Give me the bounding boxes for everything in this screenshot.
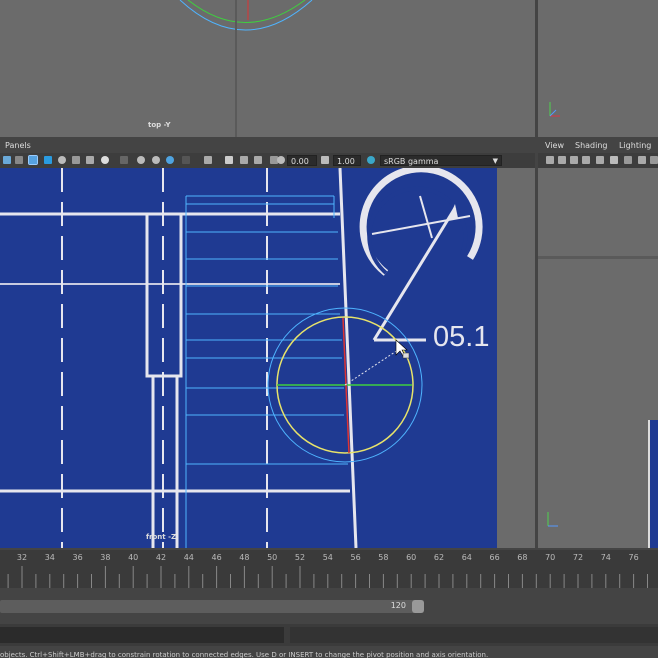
flag-icon[interactable] (596, 156, 604, 164)
dropdown-icon: ▼ (492, 157, 498, 165)
camera-icon[interactable] (546, 156, 554, 164)
resolution-gate-icon[interactable] (624, 156, 632, 164)
timeline-tick-label: 74 (600, 553, 611, 562)
timeline-tick-label: 62 (433, 553, 445, 562)
timeline-tick-label: 38 (100, 553, 111, 562)
color-space-value: sRGB gamma (384, 157, 439, 166)
texture-icon[interactable] (72, 156, 80, 164)
color-space-icon[interactable] (367, 156, 375, 164)
time-slider[interactable]: 32 34 36 38 40 42 44 46 48 50 52 54 56 58 60 62 64 66 68 70… (0, 550, 658, 588)
color-space-dropdown[interactable]: sRGB gamma ▼ (380, 155, 502, 166)
range-end-value: 120 (390, 601, 406, 610)
xray-joints-icon[interactable] (240, 156, 248, 164)
camera-lock-icon[interactable] (558, 156, 566, 164)
camera-icon[interactable] (3, 156, 11, 164)
exposure-field[interactable]: 0.00 (287, 155, 317, 166)
timeline-tick-label: 32 (16, 553, 28, 562)
timeline-tick-label: 48 (239, 553, 250, 562)
timeline-tick-label: 66 (489, 553, 500, 562)
front-view-label: front -Z (146, 533, 177, 541)
light-icon[interactable] (101, 156, 109, 164)
viewport-divider (538, 256, 658, 259)
image-plane-icon[interactable] (582, 156, 590, 164)
top-view-geometry (179, 0, 313, 137)
help-line: objects. Ctrl+Shift+LMB+drag to constrai… (0, 648, 658, 658)
backface-icon[interactable] (254, 156, 262, 164)
front-panel-toolbar: 0.00 1.00 sRGB gamma ▼ (0, 153, 535, 169)
timeline-tick-label: 58 (378, 553, 389, 562)
grid-icon[interactable] (28, 155, 38, 165)
side-viewport[interactable] (538, 168, 658, 548)
timeline-tick-label: 40 (128, 553, 139, 562)
camera-attributes-icon[interactable] (15, 156, 23, 164)
timeline-tick-label: 34 (44, 553, 55, 562)
gate-mask-icon[interactable] (638, 156, 646, 164)
timeline-tick-label: 54 (322, 553, 333, 562)
grid-icon[interactable] (610, 156, 618, 164)
timeline-tick-label: 68 (517, 553, 528, 562)
range-handle[interactable] (412, 600, 424, 613)
timeline-tick-label: 72 (572, 553, 584, 562)
top-view-label: top -Y (148, 121, 171, 129)
default-lighting-icon[interactable] (86, 156, 94, 164)
xray-icon[interactable] (225, 156, 233, 164)
depth-of-field-icon[interactable] (182, 156, 190, 164)
view-menu[interactable]: View (545, 141, 564, 150)
side-panel-menubar: View Shading Lighting (538, 140, 658, 153)
timeline-tick-label: 60 (406, 553, 417, 562)
shading-menu[interactable]: Shading (575, 141, 608, 150)
shaded-icon[interactable] (58, 156, 66, 164)
blueprint-image-plane: 05.1 front -Z (0, 168, 497, 548)
persp-viewport[interactable] (538, 0, 658, 137)
timeline-tick-label: 64 (461, 553, 472, 562)
motion-blur-icon[interactable] (152, 156, 160, 164)
axis-gizmo-icon (549, 102, 560, 117)
gamma-icon[interactable] (321, 156, 329, 164)
dimension-label: 05.1 (433, 321, 490, 353)
timeline-tick-label: 42 (155, 553, 167, 562)
anti-alias-icon[interactable] (166, 156, 174, 164)
timeline-tick-label: 44 (183, 553, 194, 562)
isolate-icon[interactable] (204, 156, 212, 164)
command-line (0, 624, 658, 646)
timeline-tick-label: 46 (211, 553, 222, 562)
timeline-tick-label: 56 (350, 553, 361, 562)
bookmark-icon[interactable] (570, 156, 578, 164)
timeline-tick-label: 50 (267, 553, 278, 562)
side-panel-toolbar (538, 153, 658, 168)
timeline-tick-label: 36 (72, 553, 83, 562)
field-chart-icon[interactable] (650, 156, 658, 164)
shadows-icon[interactable] (120, 156, 128, 164)
top-viewport[interactable]: top -Y (0, 0, 535, 137)
axis-gizmo-icon (547, 512, 558, 527)
gamma-field[interactable]: 1.00 (333, 155, 361, 166)
range-slider[interactable]: 120 (0, 600, 424, 613)
exposure-icon[interactable] (277, 156, 285, 164)
blueprint-edge (648, 420, 658, 548)
timeline-tick-marks (7, 566, 648, 588)
timeline-tick-label: 70 (545, 553, 556, 562)
timeline-tick-label: 76 (628, 553, 639, 562)
wireframe-icon[interactable] (44, 156, 52, 164)
front-panel-menubar: Panels (0, 140, 535, 153)
ambient-occlusion-icon[interactable] (137, 156, 145, 164)
panels-menu[interactable]: Panels (5, 141, 31, 150)
timeline-tick-label: 52 (294, 553, 306, 562)
mel-result (290, 627, 658, 643)
lighting-menu[interactable]: Lighting (619, 141, 651, 150)
mel-input[interactable] (0, 627, 284, 643)
blueprint-drawing (0, 168, 483, 548)
front-viewport[interactable]: 05.1 front -Z (0, 168, 535, 548)
